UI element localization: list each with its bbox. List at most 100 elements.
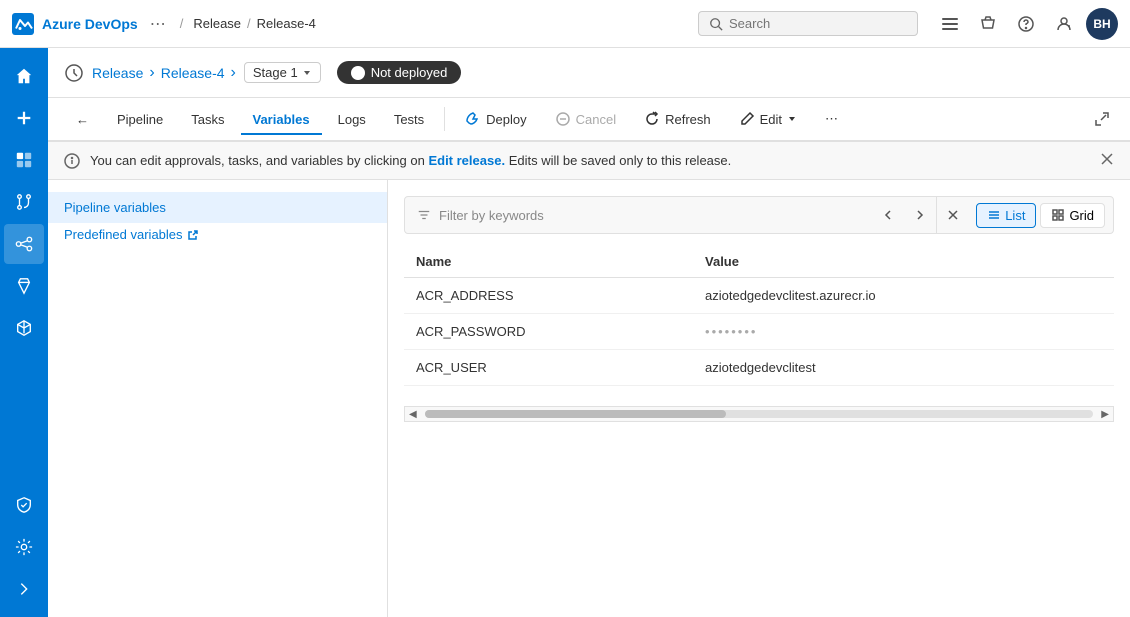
- toolbar-divider: [444, 107, 445, 131]
- menu-icon[interactable]: [934, 8, 966, 40]
- topbar-breadcrumb: Release / Release-4: [193, 16, 316, 31]
- nav-release-link[interactable]: Release: [92, 65, 143, 81]
- info-icon: [64, 153, 80, 169]
- variable-value-cell: ••••••••: [693, 314, 1114, 350]
- tab-tasks[interactable]: Tasks: [179, 106, 236, 133]
- search-input[interactable]: [729, 16, 889, 31]
- list-view-button[interactable]: List: [976, 203, 1036, 228]
- user-avatar[interactable]: BH: [1086, 8, 1118, 40]
- breadcrumb-release[interactable]: Release: [193, 16, 241, 31]
- cancel-label: Cancel: [576, 112, 616, 127]
- sidebar-item-security[interactable]: [4, 485, 44, 525]
- basket-icon[interactable]: [972, 8, 1004, 40]
- tab-logs[interactable]: Logs: [326, 106, 378, 133]
- nav-release4-link[interactable]: Release-4: [161, 65, 225, 81]
- edit-button[interactable]: Edit: [727, 105, 809, 133]
- breadcrumb-release4[interactable]: Release-4: [257, 16, 316, 31]
- edit-label: Edit: [760, 112, 782, 127]
- tab-pipeline[interactable]: Pipeline: [105, 106, 175, 133]
- user-settings-icon[interactable]: [1048, 8, 1080, 40]
- lower-content: Pipeline variables Predefined variables: [48, 180, 1130, 617]
- sidebar-item-expand[interactable]: [4, 569, 44, 609]
- variable-value-cell: aziotedgedevclitest: [693, 350, 1114, 386]
- variables-table: Name Value ACR_ADDRESSaziotedgedevclites…: [404, 246, 1114, 386]
- banner-close-button[interactable]: [1100, 152, 1114, 169]
- status-text: Not deployed: [371, 65, 448, 80]
- variable-value-cell: aziotedgedevclitest.azurecr.io: [693, 278, 1114, 314]
- main-layout: Release › Release-4 › Stage 1 Not deploy…: [0, 48, 1130, 617]
- table-row: ACR_PASSWORD••••••••: [404, 314, 1114, 350]
- edit-chevron-icon: [787, 114, 797, 124]
- scroll-right-arrow[interactable]: ▶: [1097, 409, 1113, 420]
- sidebar-bottom: [4, 485, 44, 617]
- variable-name-cell: ACR_ADDRESS: [404, 278, 693, 314]
- chevron-right-icon: [914, 209, 926, 221]
- sidebar-item-boards[interactable]: [4, 140, 44, 180]
- predefined-variables-link[interactable]: Predefined variables: [48, 223, 387, 246]
- help-icon[interactable]: [1010, 8, 1042, 40]
- table-row: ACR_ADDRESSaziotedgedevclitest.azurecr.i…: [404, 278, 1114, 314]
- scroll-track: [425, 410, 1094, 418]
- sidebar-item-settings[interactable]: [4, 527, 44, 567]
- filter-bar: Filter by keywords: [404, 196, 1114, 234]
- grid-view-button[interactable]: Grid: [1040, 203, 1105, 228]
- tab-variables[interactable]: Variables: [241, 106, 322, 135]
- scroll-left-arrow[interactable]: ◀: [405, 409, 421, 420]
- search-bar[interactable]: [698, 11, 918, 36]
- azure-devops-logo[interactable]: Azure DevOps: [12, 13, 138, 35]
- stage-selector[interactable]: Stage 1: [244, 62, 321, 83]
- toggle-dot: [351, 66, 365, 80]
- back-button[interactable]: ←: [64, 106, 101, 133]
- sidebar-item-new[interactable]: [4, 98, 44, 138]
- breadcrumb-nav: Release › Release-4 ›: [92, 64, 236, 82]
- cancel-button[interactable]: Cancel: [543, 105, 628, 133]
- variable-name-cell: ACR_PASSWORD: [404, 314, 693, 350]
- search-icon: [709, 17, 723, 31]
- left-panel: Pipeline variables Predefined variables: [48, 180, 388, 617]
- sidebar-item-home[interactable]: [4, 56, 44, 96]
- banner-text: You can edit approvals, tasks, and varia…: [90, 153, 731, 168]
- list-view-icon: [987, 208, 1001, 222]
- value-column-header: Value: [693, 246, 1114, 278]
- refresh-icon: [644, 111, 660, 127]
- view-toggle: List Grid: [968, 203, 1113, 228]
- info-banner: You can edit approvals, tasks, and varia…: [48, 142, 1130, 180]
- sidebar-item-repos[interactable]: [4, 182, 44, 222]
- name-column-header: Name: [404, 246, 693, 278]
- more-icon: ⋯: [825, 111, 838, 127]
- pipeline-variables-item[interactable]: Pipeline variables: [48, 192, 387, 223]
- table-header-row: Name Value: [404, 246, 1114, 278]
- banner-link[interactable]: Edit release.: [428, 153, 505, 168]
- filter-input-area[interactable]: Filter by keywords: [405, 202, 872, 229]
- horizontal-scrollbar[interactable]: ◀ ▶: [404, 406, 1114, 422]
- sidebar-item-testplans[interactable]: [4, 266, 44, 306]
- release-icon: [64, 63, 84, 83]
- filter-clear-button[interactable]: [936, 197, 968, 233]
- release-header: Release › Release-4 › Stage 1 Not deploy…: [48, 48, 1130, 98]
- tab-tests[interactable]: Tests: [382, 106, 436, 133]
- sidebar-item-artifacts[interactable]: [4, 308, 44, 348]
- content-area: Release › Release-4 › Stage 1 Not deploy…: [48, 48, 1130, 617]
- table-row: ACR_USERaziotedgedevclitest: [404, 350, 1114, 386]
- filter-icon: [417, 208, 431, 222]
- deploy-label: Deploy: [486, 112, 526, 127]
- filter-next-button[interactable]: [904, 197, 936, 233]
- sidebar-item-pipelines[interactable]: [4, 224, 44, 264]
- filter-prev-button[interactable]: [872, 197, 904, 233]
- expand-button[interactable]: [1090, 107, 1114, 131]
- refresh-button[interactable]: Refresh: [632, 105, 723, 133]
- close-icon: [947, 209, 959, 221]
- not-deployed-badge: Not deployed: [337, 61, 462, 84]
- edit-icon: [739, 111, 755, 127]
- more-options-button[interactable]: ⋯: [813, 105, 850, 133]
- topbar: Azure DevOps ⋯ / Release / Release-4: [0, 0, 1130, 48]
- deploy-button[interactable]: Deploy: [453, 105, 538, 133]
- toolbar: ← Pipeline Tasks Variables Logs Tests: [48, 98, 1130, 142]
- topbar-more-icon[interactable]: ⋯: [146, 10, 170, 38]
- scroll-thumb[interactable]: [425, 410, 726, 418]
- variable-name-cell: ACR_USER: [404, 350, 693, 386]
- expand-icon: [1094, 111, 1110, 127]
- grid-view-icon: [1051, 208, 1065, 222]
- chevron-down-icon: [302, 68, 312, 78]
- deploy-icon: [465, 111, 481, 127]
